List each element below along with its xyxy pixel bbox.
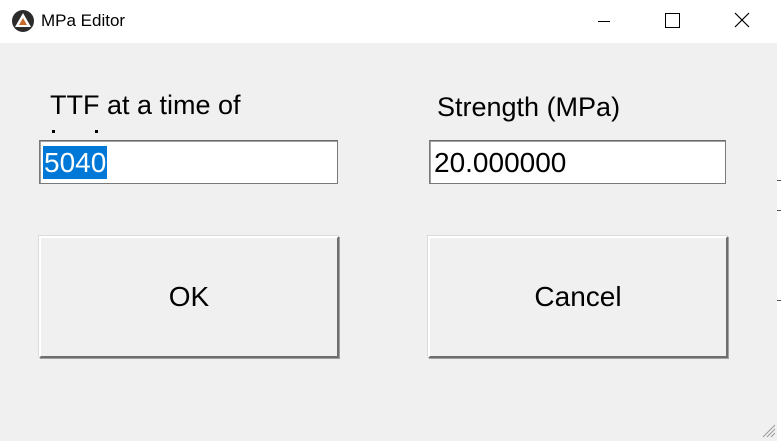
close-icon xyxy=(734,12,750,28)
strength-input-value: 20.000000 xyxy=(434,147,567,178)
app-triangle-icon xyxy=(12,10,34,32)
window-title: MPa Editor xyxy=(41,11,126,30)
ttf-input[interactable]: 5040 xyxy=(39,140,338,184)
cancel-button-label: Cancel xyxy=(534,281,622,312)
ttf-label: TTF at a time of xyxy=(50,90,241,120)
edge-mark xyxy=(777,180,781,181)
title-bar[interactable]: MPa Editor xyxy=(0,0,777,43)
minimize-icon xyxy=(598,21,610,22)
maximize-button[interactable] xyxy=(642,0,700,43)
ttf-input-value: 5040 xyxy=(43,146,108,179)
minimize-button[interactable] xyxy=(574,0,632,43)
label-clip-mark xyxy=(52,130,55,133)
label-clip-mark xyxy=(95,130,98,133)
ok-button[interactable]: OK xyxy=(39,236,339,358)
edge-mark xyxy=(777,300,781,301)
close-button[interactable] xyxy=(712,0,770,43)
edge-mark xyxy=(777,210,781,211)
strength-label: Strength (MPa) xyxy=(437,92,621,122)
maximize-icon xyxy=(665,13,680,28)
resize-grip-icon[interactable] xyxy=(758,420,776,438)
strength-input[interactable]: 20.000000 xyxy=(429,140,726,184)
ok-button-label: OK xyxy=(168,281,210,312)
cancel-button[interactable]: Cancel xyxy=(428,236,728,358)
dialog-window: MPa Editor TTF at a time of Strength (MP… xyxy=(0,0,777,441)
background-window-edge xyxy=(777,0,781,441)
